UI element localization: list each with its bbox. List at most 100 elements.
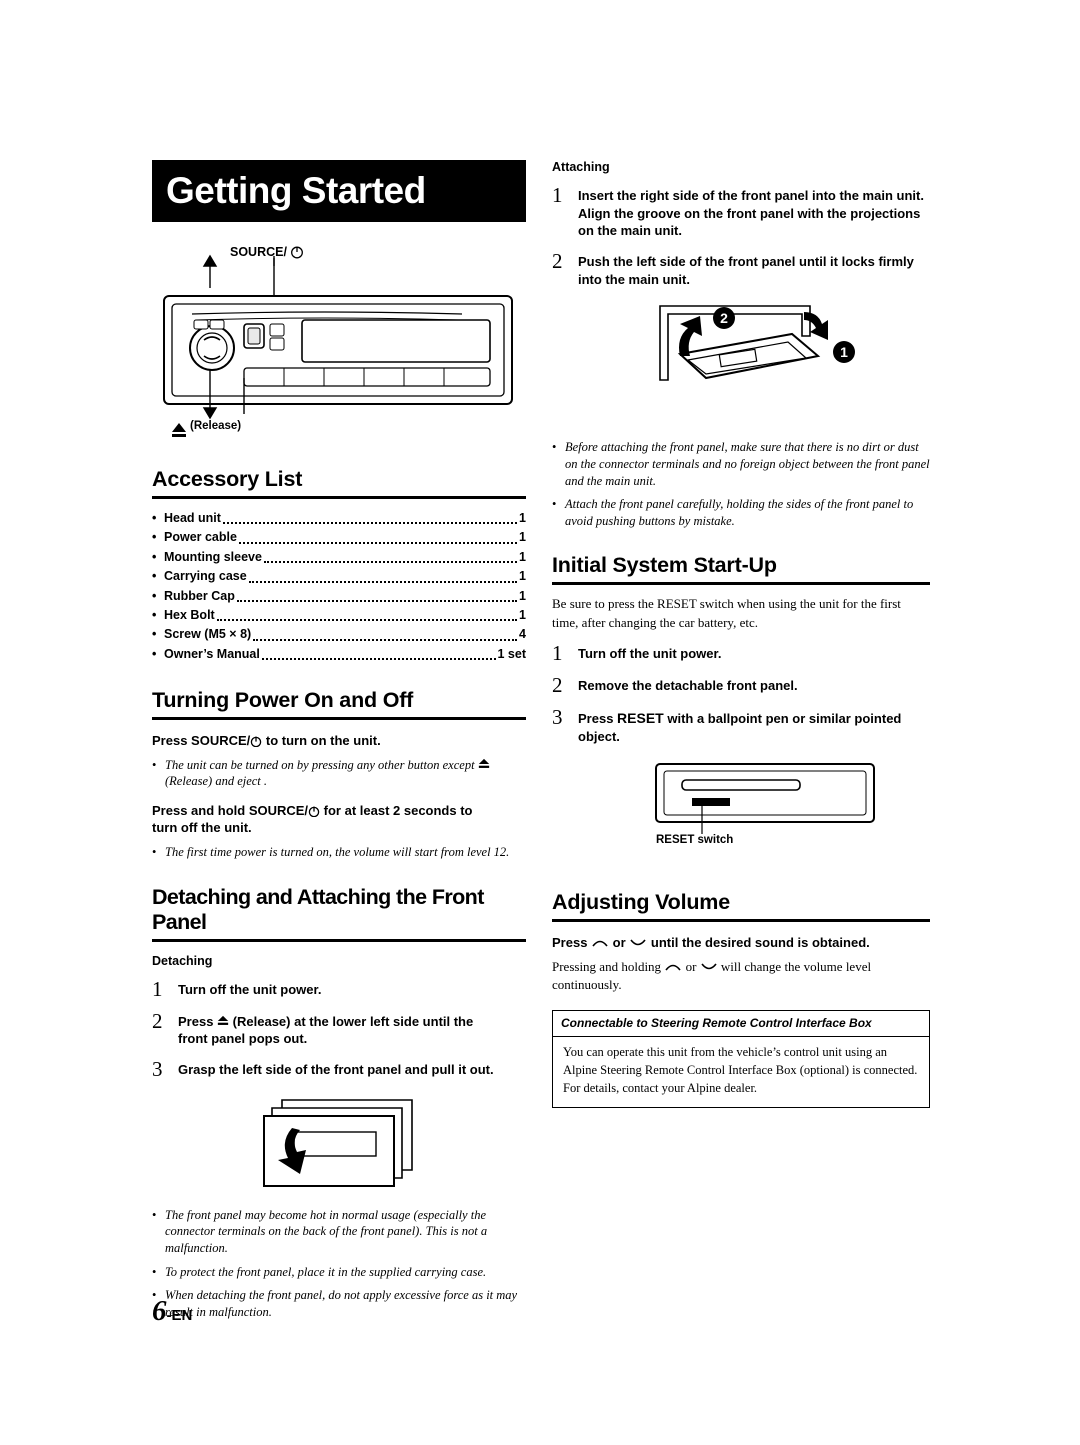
accessory-qty: 1 <box>519 530 526 545</box>
list-item: • Rubber Cap 1 <box>152 587 526 606</box>
press-label: Press <box>552 934 592 950</box>
accessory-qty: 1 <box>519 607 526 622</box>
accessory-name: Hex Bolt <box>164 607 215 622</box>
note: • The front panel may become hot in norma… <box>152 1207 526 1257</box>
note-text: The front panel may become hot in normal… <box>165 1207 488 1256</box>
step-text-post: with a ballpoint pen or similar pointed <box>663 710 902 726</box>
volume-down-icon <box>700 962 718 972</box>
steering-remote-callout: Connectable to Steering Remote Control I… <box>552 1010 930 1108</box>
note: • The first time power is turned on, the … <box>152 844 526 861</box>
accessory-qty: 1 <box>519 569 526 584</box>
step-text: Remove the detachable front panel. <box>578 677 798 693</box>
volume-body-post: will change the volume level <box>717 959 872 975</box>
accessory-list: • Head unit 1 • Power cable 1 • Mounting slee… <box>152 509 526 664</box>
step-text: Grasp the left side of the front panel a… <box>178 1061 494 1077</box>
press-hold-suffix: for at least 2 seconds to <box>320 802 473 818</box>
step-number: 2 <box>552 672 563 697</box>
step: 2 Remove the detachable front panel. <box>552 672 930 697</box>
note: • To protect the front panel, place it in… <box>152 1264 526 1281</box>
callout-body: You can operate this unit from the vehic… <box>563 1045 918 1095</box>
eject-icon <box>217 1015 229 1027</box>
press-hold-line2: turn off the unit. <box>152 820 252 836</box>
volume-down-icon <box>629 938 647 948</box>
left-column: Getting Started SOURCE/ (Release) Access… <box>152 160 526 1321</box>
release-word: (Release) <box>232 1013 291 1029</box>
step-number: 2 <box>152 1008 163 1033</box>
leader-dots <box>236 593 518 602</box>
page-title: Getting Started <box>152 160 526 222</box>
page-number: 6-EN <box>152 1295 192 1328</box>
step-text: Turn off the unit power. <box>578 645 722 661</box>
step-number: 1 <box>552 640 563 665</box>
list-item: • Mounting sleeve 1 <box>152 548 526 567</box>
leader-dots <box>238 535 518 544</box>
manual-page: Getting Started SOURCE/ (Release) Access… <box>0 0 1080 1445</box>
accessory-name: Head unit <box>164 511 221 525</box>
accessory-name: Mounting sleeve <box>164 549 262 564</box>
note-text: To protect the front panel, place it in … <box>165 1264 487 1279</box>
volume-body-pre: Pressing and holding <box>552 959 665 975</box>
step-text-line2: front panel pops out. <box>178 1031 308 1047</box>
step-text: Push the left side of the front panel un… <box>578 254 914 287</box>
step-number: 1 <box>152 976 163 1001</box>
leader-dots <box>253 632 518 641</box>
head-unit-figure: SOURCE/ (Release) <box>152 228 526 443</box>
note-text: Before attaching the front panel, make s… <box>565 440 930 488</box>
leader-dots <box>263 554 518 564</box>
step-number: 3 <box>552 704 563 729</box>
svg-text:1: 1 <box>840 344 848 360</box>
svg-text:2: 2 <box>720 310 728 326</box>
step: 3 Grasp the left side of the front panel… <box>152 1056 526 1081</box>
note-text: When detaching the front panel, do not a… <box>165 1288 518 1319</box>
note: • Before attaching the front panel, make … <box>552 440 930 488</box>
note: • The unit can be turned on by pressing … <box>152 757 526 790</box>
startup-intro: Be sure to press the RESET switch when u… <box>552 596 901 630</box>
accessory-list-heading: Accessory List <box>152 467 526 499</box>
step: 2 Push the left side of the front panel … <box>552 250 930 288</box>
step-text: Turn off the unit power. <box>178 981 322 997</box>
volume-body: Pressing and holding or will change the … <box>552 958 930 994</box>
power-on-instruction: Press SOURCE/ to turn on the unit. <box>152 732 526 750</box>
step-text-pre: Press <box>578 710 618 726</box>
or-label: or <box>682 959 700 975</box>
detaching-heading: Detaching and Attaching the Front Panel <box>152 885 526 942</box>
step: 3 Press RESET with a ballpoint pen or si… <box>552 704 930 746</box>
accessory-qty: 1 <box>519 588 526 603</box>
step-text: Insert the right side of the front panel… <box>578 188 924 239</box>
attaching-subheading: Attaching <box>552 160 610 174</box>
accessory-name: Carrying case <box>164 569 247 584</box>
list-item: • Owner’s Manual 1 set <box>152 645 526 664</box>
list-item: • Carrying case 1 <box>152 567 526 586</box>
note-text: Attach the front panel carefully, holdin… <box>565 497 914 528</box>
step: 1 Insert the right side of the front pan… <box>552 184 930 240</box>
list-item: • Power cable 1 <box>152 528 526 547</box>
note: • Attach the front panel carefully, holdi… <box>552 496 930 529</box>
list-item: • Head unit 1 <box>152 509 526 528</box>
volume-instruction: Press or until the desired sound is obta… <box>552 934 930 952</box>
accessory-name: Power cable <box>164 530 237 545</box>
step-text: Press (Release) at the lower left side u… <box>178 1011 526 1048</box>
volume-heading: Adjusting Volume <box>552 890 930 922</box>
note-text: The first time power is turned on, the v… <box>165 844 510 859</box>
power-off-instruction: Press and hold SOURCE/ for at least 2 se… <box>152 802 526 837</box>
right-column: Attaching 1 Insert the right side of the… <box>552 160 930 1108</box>
press-label: Press <box>152 733 192 748</box>
step-number: 3 <box>152 1056 163 1081</box>
turning-power-heading: Turning Power On and Off <box>152 688 526 720</box>
accessory-qty: 4 <box>519 627 526 642</box>
accessory-name: Owner’s Manual <box>164 646 260 661</box>
startup-heading: Initial System Start-Up <box>552 553 930 586</box>
source-label: SOURCE/ <box>191 733 251 748</box>
eject-icon <box>478 758 490 770</box>
step-text-post: at the lower left side until the <box>290 1013 474 1029</box>
page-number-suffix: -EN <box>166 1307 193 1324</box>
step-text-line2: object. <box>578 728 620 744</box>
detaching-subheading: Detaching <box>152 953 213 968</box>
volume-up-icon <box>591 938 609 948</box>
power-icon <box>250 735 262 747</box>
or-label: or <box>609 934 630 950</box>
note-text: The unit can be turned on by pressing an… <box>165 757 475 772</box>
accessory-qty: 1 <box>519 511 526 525</box>
accessory-qty: 1 <box>519 549 526 564</box>
step-text-pre: Press <box>178 1013 218 1029</box>
